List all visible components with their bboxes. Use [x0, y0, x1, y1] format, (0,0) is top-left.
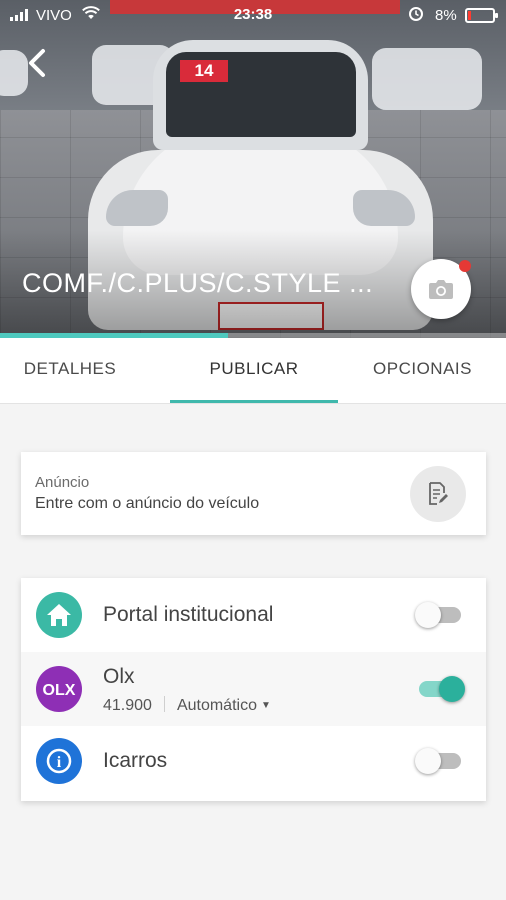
tab-indicator [170, 400, 338, 403]
vehicle-title: COMF./C.PLUS/C.STYLE ... [22, 268, 374, 298]
alarm-icon [408, 6, 424, 25]
anuncio-card[interactable]: Anúncio Entre com o anúncio do veículo [21, 452, 486, 535]
olx-mode-dropdown[interactable]: Automático ▼ [177, 697, 271, 714]
car-number-tag: 14 [180, 60, 228, 82]
tab-detalhes[interactable]: DETALHES [0, 338, 140, 404]
portal-name: Icarros [103, 749, 168, 772]
home-icon [36, 592, 82, 638]
chevron-left-icon [29, 49, 45, 77]
olx-price: 41.900 [103, 697, 152, 714]
status-bar: VIVO 23:38 8% [0, 0, 506, 30]
portal-row-icarros[interactable]: i Icarros [21, 726, 486, 800]
portal-meta: 41.900 Automático ▼ [103, 696, 271, 715]
toggle-portal-olx[interactable] [415, 672, 465, 706]
svg-text:i: i [57, 754, 62, 771]
tab-opcionais[interactable]: OPCIONAIS [350, 338, 495, 404]
anuncio-input[interactable]: Entre com o anúncio do veículo [35, 495, 259, 513]
camera-icon [429, 280, 453, 299]
svg-text:OLX: OLX [43, 682, 76, 699]
toggle-portal-institucional[interactable] [415, 598, 465, 632]
dropdown-caret-icon: ▼ [260, 700, 271, 711]
clock: 23:38 [233, 6, 273, 23]
toggle-portal-icarros[interactable] [415, 744, 465, 778]
portal-name: Olx [103, 665, 135, 688]
back-button[interactable] [26, 48, 54, 84]
olx-logo: OLX [36, 666, 82, 712]
background-car [0, 50, 28, 96]
tab-bar: DETALHES PUBLICAR OPCIONAIS [0, 338, 506, 404]
battery-icon [465, 8, 498, 23]
portals-list: Portal institucional OLX Olx 41.900 Autom… [21, 578, 486, 801]
portal-name: Portal institucional [103, 603, 274, 626]
notification-dot [459, 260, 471, 272]
icarros-logo: i [36, 738, 82, 784]
portal-row-institucional[interactable]: Portal institucional [21, 578, 486, 652]
edit-anuncio-button[interactable] [410, 466, 466, 522]
tab-publicar[interactable]: PUBLICAR [170, 338, 338, 404]
edit-note-icon [429, 482, 448, 505]
battery-percentage: 8% [435, 7, 457, 24]
anuncio-label: Anúncio [35, 474, 90, 491]
portal-row-olx[interactable]: OLX Olx 41.900 Automático ▼ [21, 652, 486, 726]
